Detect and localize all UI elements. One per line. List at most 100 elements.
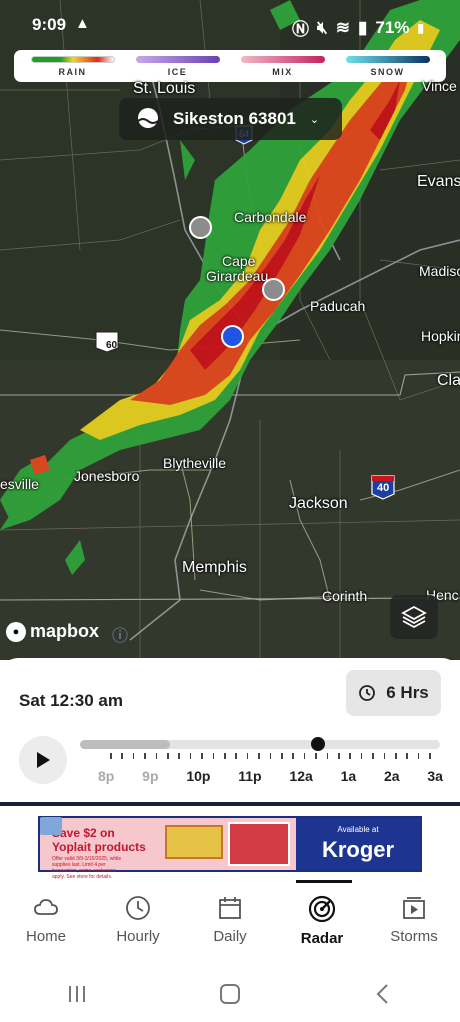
city-memphis: Memphis <box>182 559 247 576</box>
city-jonesboro: Jonesboro <box>74 468 140 484</box>
layers-icon <box>401 605 427 629</box>
divider <box>0 802 460 806</box>
station-marker[interactable] <box>189 216 212 239</box>
timeline-tick <box>303 753 306 759</box>
nav-daily-label: Daily <box>213 928 247 945</box>
legend-snow-bar <box>345 55 430 63</box>
ad-promo: Save $2 on Yoplait products Offer valid … <box>40 818 296 880</box>
city-carbondale: Carbondale <box>234 209 307 225</box>
nav-active-indicator <box>296 880 352 883</box>
current-location-marker[interactable] <box>221 325 244 348</box>
hour-label: 8p <box>98 768 115 784</box>
legend-snow: SNOW <box>345 55 431 77</box>
city-evansville: Evansv <box>417 173 460 190</box>
ad-banner[interactable]: Save $2 on Yoplait products Offer valid … <box>38 816 422 880</box>
timeline-slider[interactable] <box>80 737 440 751</box>
location-selector[interactable]: Sikeston 63801 ⌄ <box>119 98 342 140</box>
city-paducah: Paducah <box>310 298 366 314</box>
nav-radar[interactable]: Radar <box>276 886 368 966</box>
cloud-icon <box>34 899 58 915</box>
radar-icon <box>308 895 336 923</box>
us60-shield-label: 60 <box>106 340 118 351</box>
home-icon[interactable] <box>219 983 241 1005</box>
info-icon[interactable]: ⓘ <box>112 622 128 646</box>
clock-icon <box>126 896 150 920</box>
legend-rain-label: RAIN <box>58 66 87 77</box>
signal-icon: ▮ <box>358 17 368 37</box>
timeline-tick <box>326 753 329 759</box>
status-icons: Ⓝ 🔇︎ ≋ ▮ 71% ▮ <box>292 15 424 40</box>
timeline-tick <box>360 753 363 759</box>
time-range-button[interactable]: 6 Hrs <box>346 670 441 716</box>
mute-icon: 🔇︎ <box>317 17 328 37</box>
timeline-thumb[interactable] <box>310 737 325 751</box>
ad-brand-logo: Kroger <box>321 837 395 862</box>
timeline-tick <box>406 753 408 759</box>
city-jackson: Jackson <box>289 495 348 512</box>
mapbox-attribution[interactable]: ● mapbox <box>6 621 99 642</box>
city-girardeau: Girardeau <box>206 268 269 284</box>
timeline-tick <box>155 753 158 759</box>
timeline-tick <box>315 753 317 759</box>
timeline-tick <box>429 753 431 759</box>
city-corinth: Corinth <box>322 588 368 604</box>
city-st-louis: St. Louis <box>133 80 196 97</box>
storms-play-icon <box>403 897 425 919</box>
timeline-tick <box>178 753 180 759</box>
timeline-tick <box>189 753 192 759</box>
bottom-nav: Home Hourly Daily Radar Storms <box>0 886 460 966</box>
timeline-tick <box>167 753 169 759</box>
timeline-tick <box>144 753 146 759</box>
city-cape: Cape <box>222 253 256 269</box>
back-icon[interactable] <box>372 983 394 1005</box>
nav-daily[interactable]: Daily <box>184 886 276 966</box>
ad-headline-line1: Save $2 on <box>52 826 115 840</box>
station-marker[interactable] <box>262 278 285 301</box>
i40-shield-label: 40 <box>377 482 390 494</box>
timeline-ticks <box>80 753 440 763</box>
nav-hourly[interactable]: Hourly <box>92 886 184 966</box>
hour-label: 3a <box>427 768 443 784</box>
timeline-tick <box>224 753 226 759</box>
timeline-tick <box>372 753 374 759</box>
timeline-tick <box>132 753 135 759</box>
timeline-tick <box>269 753 272 759</box>
ad-choices-icon[interactable] <box>40 817 62 835</box>
timeline-tick <box>246 753 249 759</box>
location-name: Sikeston 63801 <box>173 109 296 128</box>
city-clarksville: Cla <box>437 372 460 389</box>
timeline-tick <box>338 753 340 759</box>
nav-home-label: Home <box>25 928 66 945</box>
nfc-icon: Ⓝ <box>292 20 310 39</box>
ad-headline: Save $2 on Yoplait products <box>52 826 146 854</box>
timeline-loaded-bar <box>80 740 170 749</box>
nav-home[interactable]: Home <box>0 886 92 966</box>
timeline-tick <box>417 753 420 759</box>
legend-mix-label: MIX <box>272 66 293 77</box>
legend-snow-label: SNOW <box>370 66 405 77</box>
recent-apps-icon[interactable] <box>66 984 88 1004</box>
timeline-tick <box>110 753 112 759</box>
city-esville: esville <box>0 476 39 492</box>
timeline-tick <box>121 753 123 759</box>
status-time: 9:09 <box>32 15 67 34</box>
legend-ice-label: ICE <box>167 66 188 77</box>
nav-radar-label: Radar <box>300 930 344 947</box>
radar-map[interactable]: 60 64 40 9:09 ▲ Ⓝ 🔇︎ ≋ ▮ 71% ▮ RAIN ICE … <box>0 0 460 660</box>
ad-fine-print: Offer valid 3/9-3/15/2025, while supplie… <box>52 856 122 880</box>
timeline-tick <box>201 753 203 759</box>
timeline-panel: Sat 12:30 am 6 Hrs 8p 9p 10p 11p 12a 1a … <box>0 658 460 804</box>
timeline-tick <box>235 753 237 759</box>
timeline-tick <box>258 753 260 759</box>
legend-ice-bar <box>135 55 220 63</box>
nav-storms[interactable]: Storms <box>368 886 460 966</box>
timeline-tick <box>395 753 397 759</box>
city-hopkins: Hopkin <box>421 328 460 344</box>
legend-rain-bar <box>30 55 115 63</box>
ad-product-image <box>165 825 223 859</box>
hour-label: 10p <box>186 768 211 784</box>
play-button[interactable] <box>19 736 67 784</box>
mapbox-logo-icon: ● <box>6 621 26 642</box>
legend-rain: RAIN <box>30 55 116 77</box>
layers-button[interactable] <box>390 595 438 639</box>
